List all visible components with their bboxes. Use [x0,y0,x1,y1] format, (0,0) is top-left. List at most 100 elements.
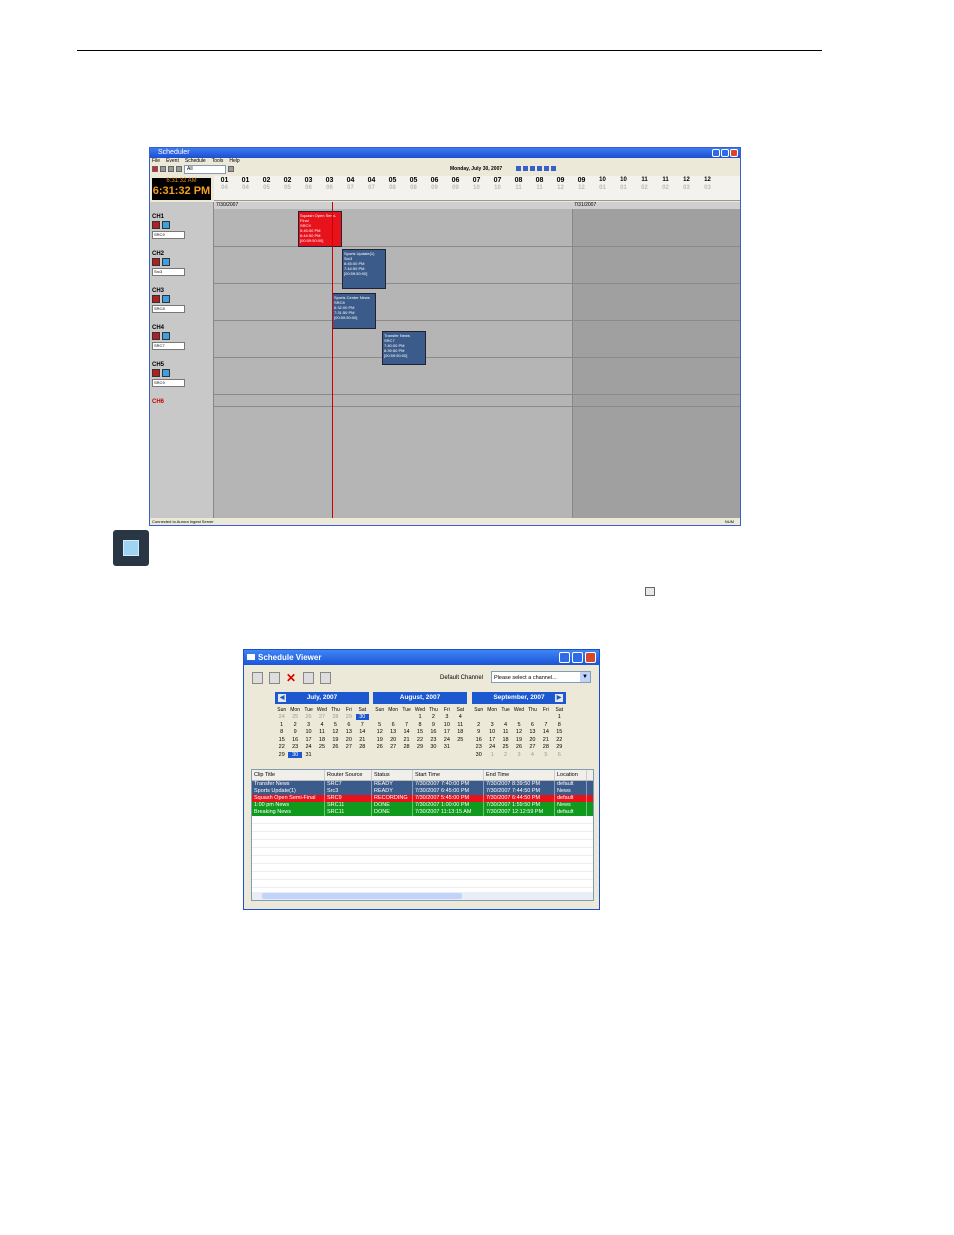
calendar-day[interactable]: 25 [499,744,512,750]
router-source-select[interactable]: SRC9 [152,231,185,239]
calendar-day[interactable]: 6 [342,722,355,728]
table-row[interactable]: 1:00 pm News SRC11 DONE 7/30/2007 1:00:00 P… [252,802,593,809]
calendar-day[interactable]: 15 [275,737,288,743]
calendar-day[interactable]: 23 [288,744,301,750]
scroll-thumb[interactable] [262,893,462,899]
calendar-day[interactable]: 10 [302,729,315,735]
calendar-day[interactable]: 29 [275,752,288,758]
view-icon-3[interactable] [530,166,535,171]
calendar-day[interactable]: 27 [386,744,399,750]
delete-event-icon[interactable] [168,166,174,172]
router-source-select[interactable]: SRC9 [152,379,185,387]
calendar-day[interactable]: 29 [342,714,355,720]
calendar-day[interactable]: 8 [553,722,566,728]
prev-month-icon[interactable]: ◀ [278,694,286,702]
calendar-day[interactable]: 13 [342,729,355,735]
calendar-day[interactable]: 2 [472,722,485,728]
calendar-day[interactable]: 28 [329,714,342,720]
next-month-icon[interactable]: ▶ [555,694,563,702]
calendar-day[interactable]: 18 [454,729,467,735]
calendar-day[interactable]: 22 [413,737,426,743]
calendar-day[interactable]: 6 [526,722,539,728]
calendar-day[interactable]: 17 [302,737,315,743]
calendar-day[interactable]: 25 [315,744,328,750]
calendar-day[interactable]: 20 [342,737,355,743]
calendar-day[interactable]: 27 [526,744,539,750]
view-icon-1[interactable] [516,166,521,171]
calendar-day[interactable]: 18 [499,737,512,743]
stop-icon[interactable] [162,221,170,229]
calendar-day[interactable]: 23 [472,744,485,750]
minimize-icon[interactable] [559,652,570,663]
settings-icon[interactable] [228,166,234,172]
calendar-day[interactable]: 25 [288,714,301,720]
refresh-icon[interactable] [176,166,182,172]
view-icon-2[interactable] [523,166,528,171]
event-block[interactable]: Squash Open Semi-Final SRC9 5:45:00 PM 6… [298,211,342,247]
calendar-day[interactable]: 31 [440,744,453,750]
day-grid[interactable]: 1 2 3 4 5 6 7 8 9 10 11 12 13 14 15 16 17 18 19 20 21 22 23 24 2… [472,714,566,758]
router-source-select[interactable]: SRC8 [152,305,185,313]
calendar-day[interactable]: 11 [315,729,328,735]
calendar-day[interactable]: 1 [275,722,288,728]
router-source-select[interactable]: SRC7 [152,342,185,350]
calendar-day[interactable]: 22 [275,744,288,750]
calendar-day[interactable]: 4 [499,722,512,728]
calendar-day[interactable]: 20 [526,737,539,743]
new-event-icon[interactable] [152,166,158,172]
calendar-day[interactable]: 12 [512,729,525,735]
calendar-day[interactable]: 25 [454,737,467,743]
calendar-day[interactable]: 22 [553,737,566,743]
zoom-out-icon[interactable] [551,166,556,171]
calendar-day[interactable]: 8 [413,722,426,728]
chevron-down-icon[interactable]: ▼ [580,672,590,682]
calendar-day[interactable]: 30 [427,744,440,750]
calendar-day[interactable]: 21 [400,737,413,743]
calendar-day[interactable]: 27 [315,714,328,720]
calendar-day[interactable]: 24 [302,744,315,750]
record-icon[interactable] [152,258,160,266]
stop-icon[interactable] [162,332,170,340]
record-icon[interactable] [152,369,160,377]
calendar-day[interactable]: 19 [373,737,386,743]
calendar-day[interactable]: 12 [329,729,342,735]
col-start-time[interactable]: Start Time [413,770,484,780]
calendar-day[interactable]: 24 [485,744,498,750]
default-channel-select[interactable]: Please select a channel... ▼ [491,671,591,683]
record-icon[interactable] [152,332,160,340]
table-row[interactable]: Breaking News SRC11 DONE 7/30/2007 11:13:15… [252,809,593,816]
calendar-day[interactable]: 10 [485,729,498,735]
day-grid[interactable]: 1 2 3 4 5 6 7 8 9 10 11 12 13 14 15 16 17 18 19 20 21 22 23 24 2… [373,714,467,750]
calendar-day[interactable]: 8 [275,729,288,735]
calendar-day[interactable]: 9 [472,729,485,735]
calendar-day[interactable]: 14 [539,729,552,735]
table-row[interactable]: Transfer News SRC7 READY 7/30/2007 7:40:00 … [252,781,593,788]
calendar-day[interactable]: 30 [472,752,485,758]
stop-icon[interactable] [162,369,170,377]
col-location[interactable]: Location [555,770,587,780]
stop-icon[interactable] [162,258,170,266]
calendar-day[interactable]: 30 [355,714,369,720]
event-block[interactable]: Transfer News SRC7 7:40:00 PM 8:39:50 PM… [382,331,426,365]
stop-icon[interactable] [162,295,170,303]
calendar-day[interactable]: 1 [413,714,426,720]
event-block[interactable]: Sports Center News SRC8 6:32:00 PM 7:31:… [332,293,376,329]
router-source-select[interactable]: Src3 [152,268,185,276]
calendar-day[interactable]: 15 [413,729,426,735]
calendar-day[interactable]: 17 [485,737,498,743]
edit-event-icon[interactable] [269,672,280,684]
delete-icon[interactable]: ✕ [286,672,297,684]
calendar-day[interactable]: 28 [356,744,369,750]
calendar-day[interactable]: 28 [539,744,552,750]
stop-button-icon[interactable] [303,672,314,684]
calendar-day[interactable]: 23 [427,737,440,743]
calendar-day[interactable]: 10 [440,722,453,728]
calendar-day[interactable]: 21 [539,737,552,743]
calendar-day[interactable]: 29 [553,744,566,750]
maximize-icon[interactable] [721,149,729,157]
calendar-day[interactable]: 16 [288,737,301,743]
calendar-day[interactable]: 19 [329,737,342,743]
calendar-day[interactable]: 7 [400,722,413,728]
print-icon[interactable] [320,672,331,684]
record-icon[interactable] [152,221,160,229]
